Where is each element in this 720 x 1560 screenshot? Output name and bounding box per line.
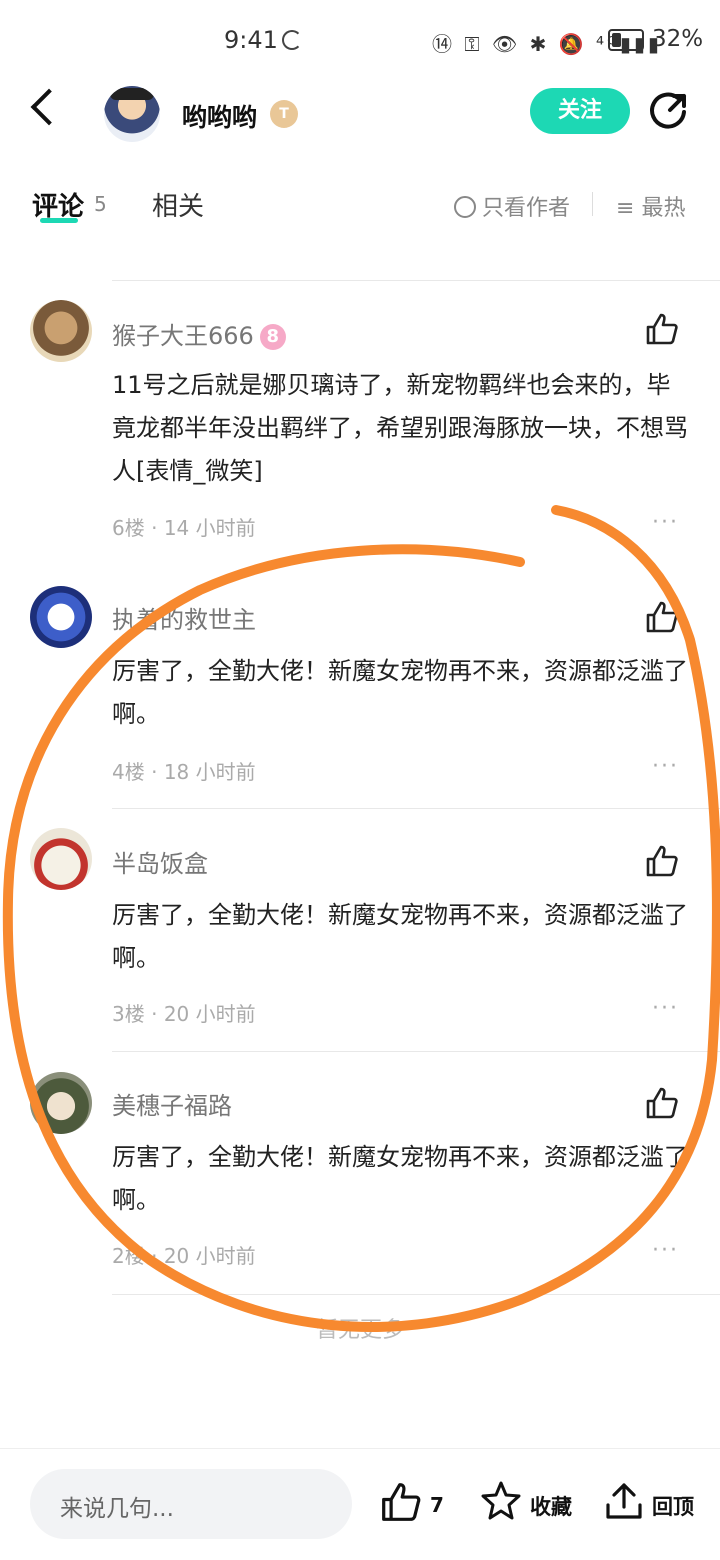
back-to-top-icon[interactable] xyxy=(604,1479,644,1523)
input-placeholder: 来说几句... xyxy=(60,1496,174,1522)
like-icon[interactable] xyxy=(380,1481,422,1523)
bottom-bar: 来说几句... 7 收藏 回顶 xyxy=(0,1448,720,1560)
like-count: 7 xyxy=(430,1493,444,1517)
comment-input[interactable]: 来说几句... xyxy=(30,1469,352,1539)
favorite-label[interactable]: 收藏 xyxy=(530,1491,572,1521)
back-to-top-label[interactable]: 回顶 xyxy=(652,1491,694,1521)
annotation-scribble xyxy=(2,505,720,1332)
star-icon[interactable] xyxy=(479,1479,523,1523)
